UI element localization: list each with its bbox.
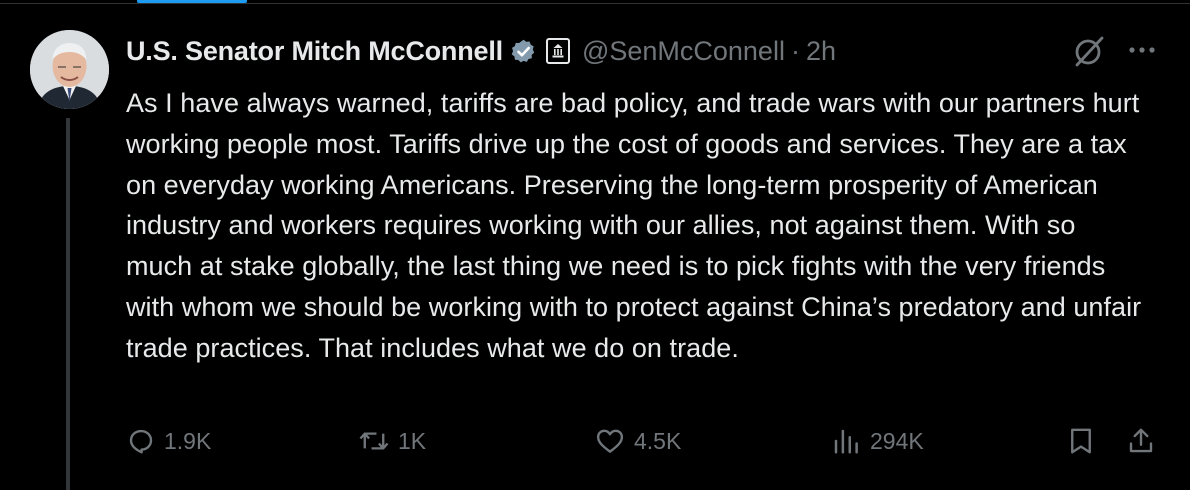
- like-count: 4.5K: [634, 427, 682, 454]
- tweet-text: As I have always warned, tariffs are bad…: [126, 88, 1142, 363]
- views-icon: [834, 429, 858, 454]
- reply-icon: [129, 429, 153, 454]
- tweet-timestamp[interactable]: 2h: [806, 36, 836, 67]
- thread-line: [66, 118, 70, 490]
- more-icon[interactable]: [1126, 38, 1158, 62]
- avatar[interactable]: [30, 30, 109, 109]
- repost-button[interactable]: 1K: [358, 421, 426, 461]
- tweet-header: U.S. Senator Mitch McConnell @SenMcConne…: [126, 31, 836, 71]
- action-bar: 1.9K 1K 4.5K 294K: [126, 421, 1166, 461]
- reply-button[interactable]: 1.9K: [126, 421, 211, 461]
- like-button[interactable]: 4.5K: [594, 421, 681, 461]
- views-button[interactable]: 294K: [830, 421, 924, 461]
- bookmark-button[interactable]: [1066, 421, 1096, 461]
- share-button[interactable]: [1126, 421, 1156, 461]
- views-count: 294K: [870, 427, 924, 454]
- repost-count: 1K: [398, 427, 427, 454]
- bookmark-icon: [1071, 428, 1091, 454]
- author-handle[interactable]: @SenMcConnell: [582, 36, 785, 67]
- author-display-name[interactable]: U.S. Senator Mitch McConnell: [126, 36, 503, 67]
- separator-dot: ·: [790, 35, 800, 66]
- top-divider: [0, 3, 1190, 4]
- share-icon: [1129, 428, 1153, 453]
- government-badge-icon[interactable]: [545, 38, 570, 64]
- avatar-image: [30, 30, 109, 109]
- reply-count: 1.9K: [164, 427, 212, 454]
- repost-icon: [359, 432, 389, 450]
- verified-icon[interactable]: [510, 38, 537, 65]
- like-icon: [596, 429, 624, 453]
- grok-icon[interactable]: [1072, 34, 1106, 68]
